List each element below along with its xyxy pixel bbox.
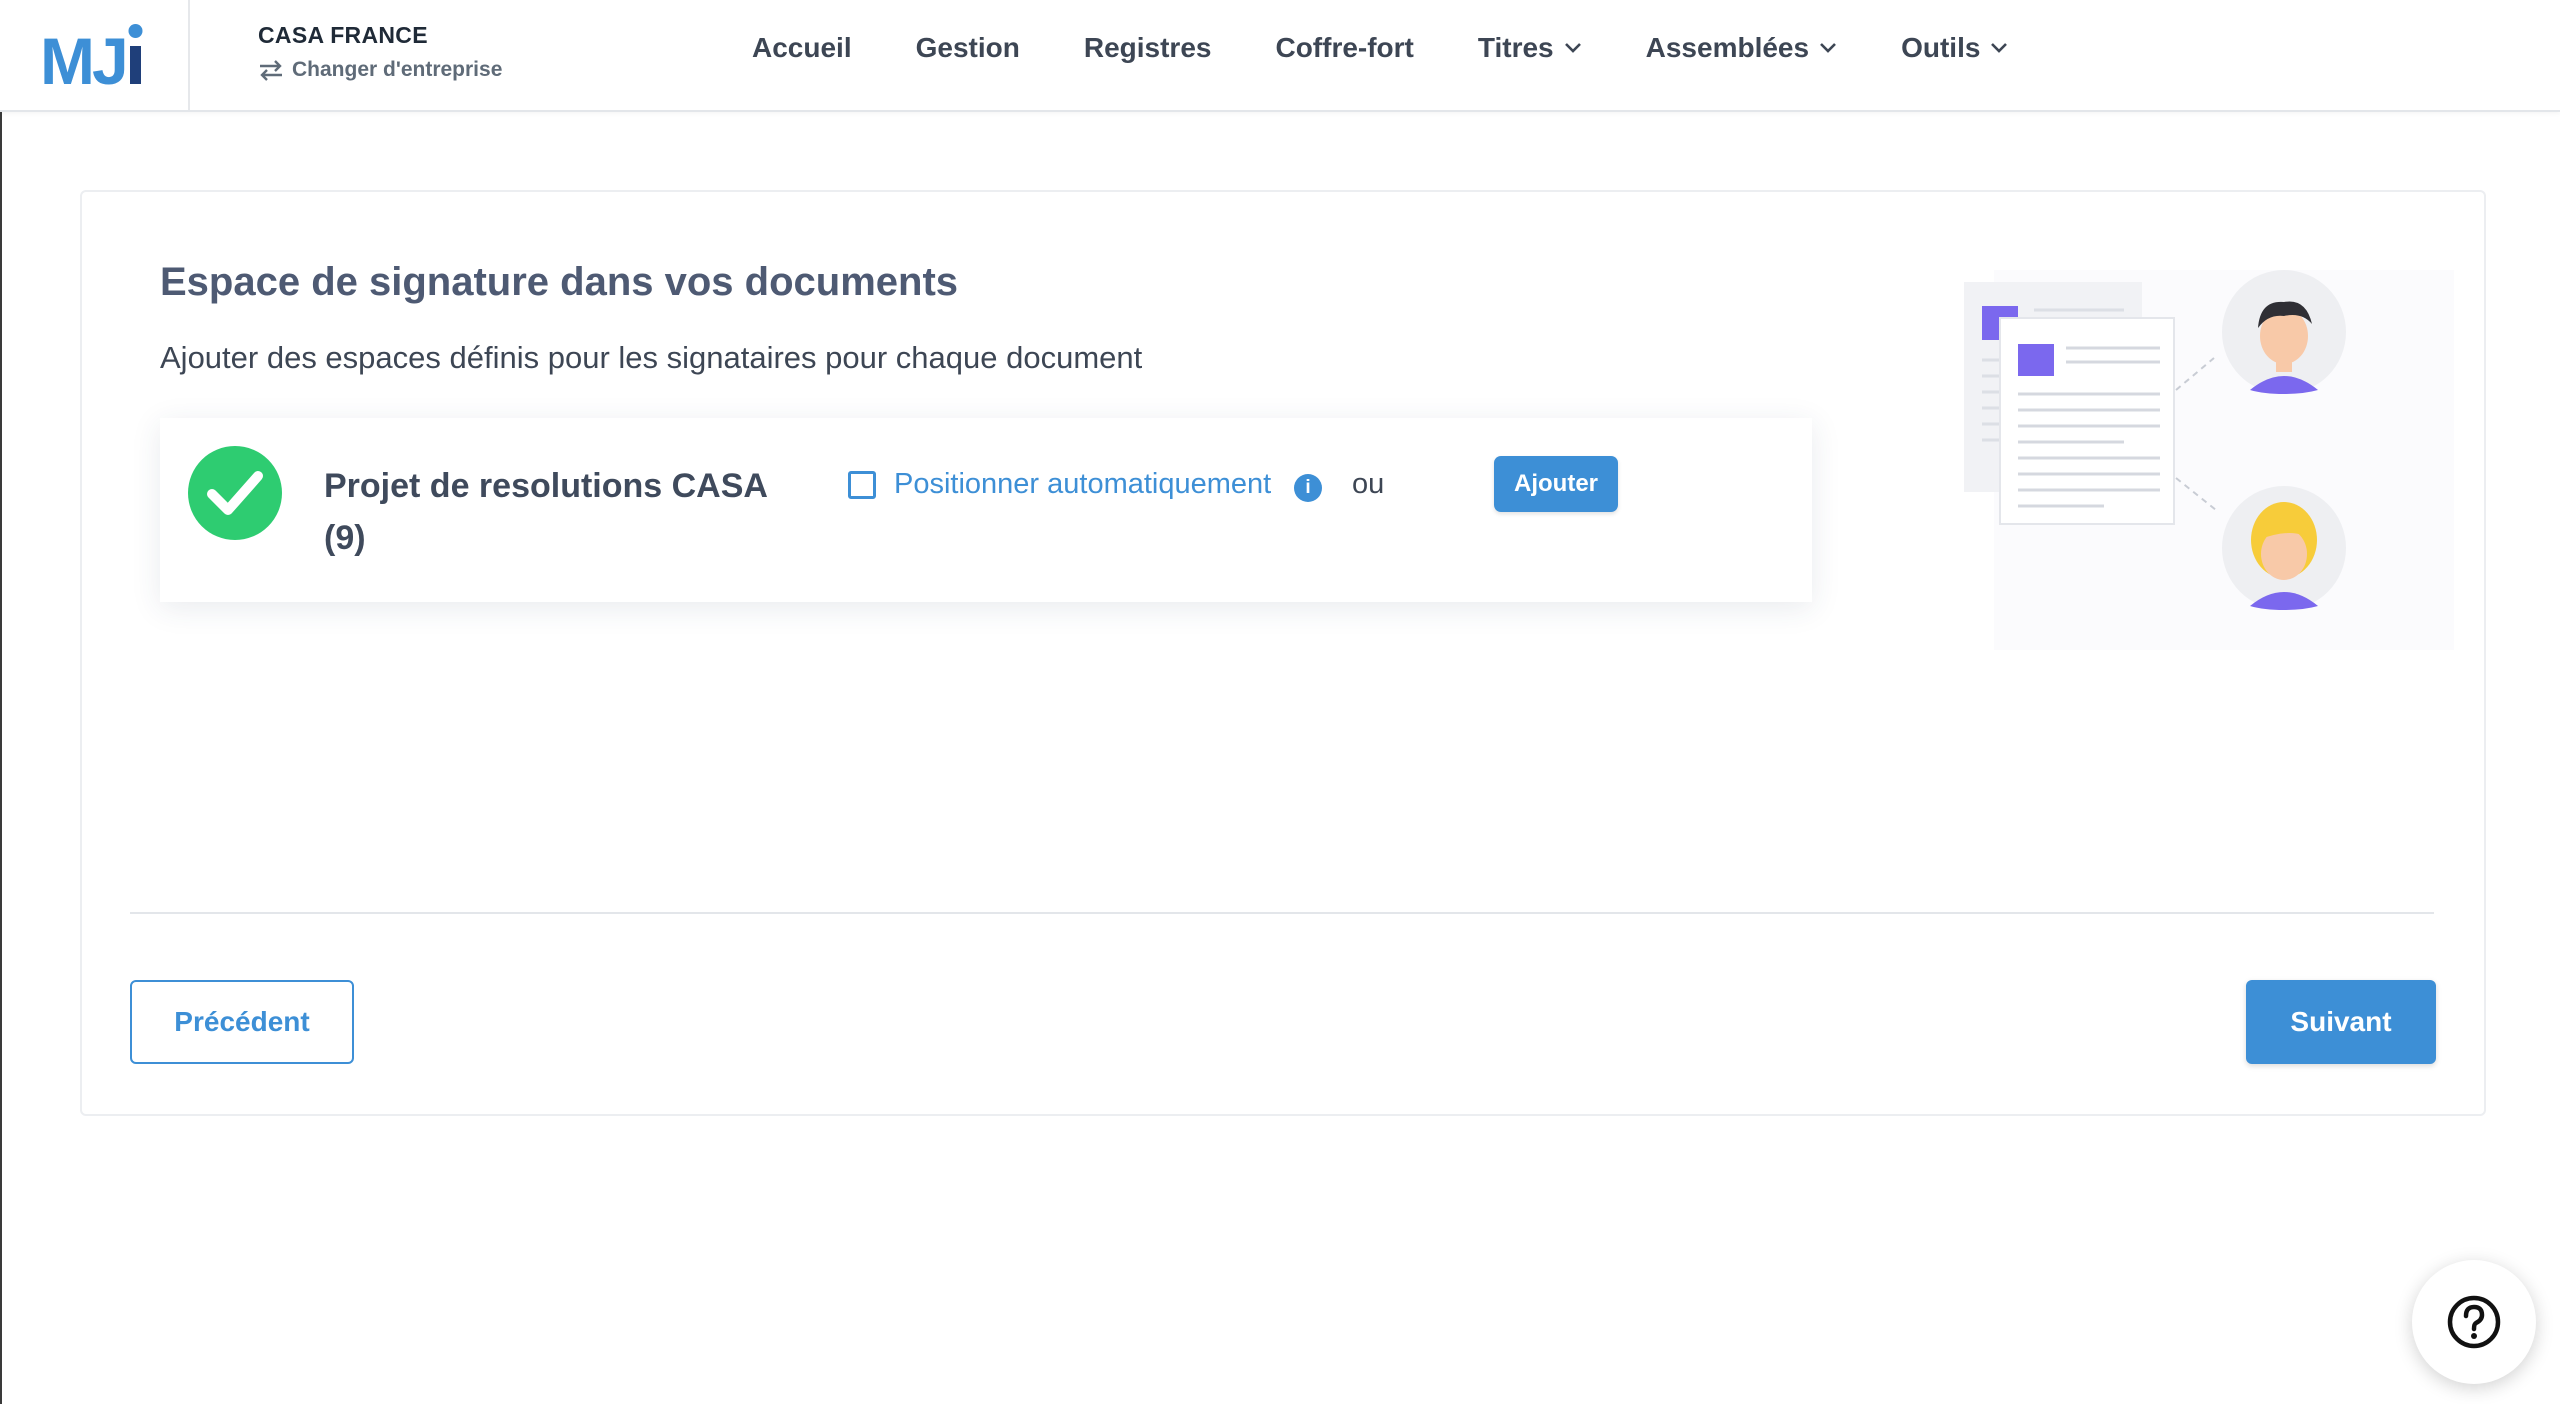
auto-position-checkbox[interactable] <box>848 470 876 499</box>
swap-arrows-icon <box>260 60 282 81</box>
svg-text:J: J <box>92 24 129 90</box>
page-subtitle: Ajouter des espaces définis pour les sig… <box>160 340 1143 375</box>
document-name: Projet de resolutions CASA (9) <box>324 467 767 557</box>
nav-label: Registres <box>1083 32 1212 63</box>
auto-position-label[interactable]: Positionner automatiquement <box>894 468 1271 501</box>
help-question-icon <box>2447 1295 2501 1349</box>
nav-item-coffre-fort[interactable]: Coffre-fort <box>1275 32 1413 64</box>
nav-item-titres[interactable]: Titres <box>1478 32 1582 64</box>
logo-separator <box>188 0 190 110</box>
next-button[interactable]: Suivant <box>2246 980 2436 1064</box>
nav-item-registres[interactable]: Registres <box>1084 32 1212 64</box>
chevron-down-icon <box>1564 43 1581 53</box>
info-icon[interactable]: i <box>1294 474 1322 502</box>
or-label: ou <box>1352 468 1385 500</box>
nav-label: Coffre-fort <box>1275 32 1414 63</box>
company-name: CASA FRANCE <box>258 22 428 48</box>
nav-label: Accueil <box>752 32 852 63</box>
signature-illustration <box>1954 270 2454 650</box>
document-row: Projet de resolutions CASA (9) Positionn… <box>160 418 1812 602</box>
change-company-label: Changer d'entreprise <box>292 58 503 81</box>
svg-text:M: M <box>40 24 91 90</box>
help-button[interactable] <box>2412 1260 2536 1384</box>
chevron-down-icon <box>1820 43 1836 53</box>
check-circle-icon <box>188 446 282 540</box>
signature-space-card: Espace de signature dans vos documents A… <box>80 190 2486 1116</box>
footer-divider <box>130 912 2434 914</box>
previous-button[interactable]: Précédent <box>130 980 354 1064</box>
auto-position-option[interactable]: Positionner automatiquement <box>848 468 1271 501</box>
top-navigation-bar: M J CASA FRANCE Changer d'entreprise Acc… <box>0 0 2560 112</box>
add-signature-button[interactable]: Ajouter <box>1494 456 1618 512</box>
main-nav: Accueil Gestion Registres Coffre-fort Ti… <box>752 32 2072 64</box>
nav-item-gestion[interactable]: Gestion <box>916 32 1020 64</box>
nav-item-outils[interactable]: Outils <box>1901 32 2008 64</box>
nav-label: Assemblées <box>1645 32 1810 63</box>
nav-item-assemblees[interactable]: Assemblées <box>1646 32 1837 64</box>
change-company-link[interactable]: Changer d'entreprise <box>258 58 502 82</box>
mji-logo[interactable]: M J <box>40 20 150 98</box>
window-left-edge <box>0 0 2 1404</box>
nav-label: Outils <box>1901 32 1981 63</box>
nav-item-accueil[interactable]: Accueil <box>752 32 852 64</box>
nav-label: Titres <box>1477 32 1554 63</box>
nav-label: Gestion <box>915 32 1020 63</box>
chevron-down-icon <box>1991 43 2008 53</box>
page-title: Espace de signature dans vos documents <box>160 260 959 304</box>
